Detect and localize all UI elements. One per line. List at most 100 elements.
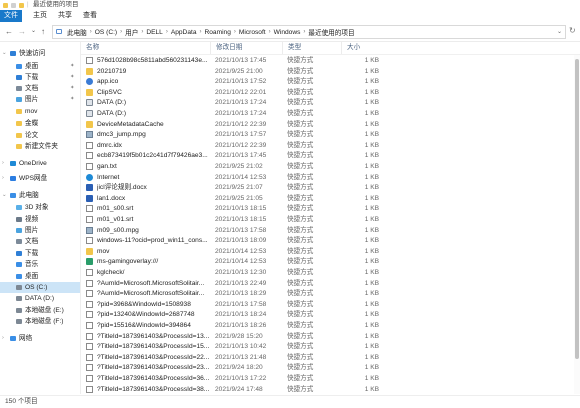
sidebar-item-label: DATA (D:) <box>25 295 55 302</box>
file-row[interactable]: ?AumId=Microsoft.MicrosoftSolitair... 202… <box>81 288 580 299</box>
sidebar-item[interactable]: 3D 对象 <box>0 202 80 213</box>
expand-chevron-icon[interactable]: › <box>2 333 4 344</box>
breadcrumb-item[interactable]: OS (C:) <box>95 29 117 36</box>
sidebar-item[interactable]: ⌄ 快速访问 <box>0 48 80 59</box>
breadcrumb-item[interactable]: Roaming <box>205 29 231 36</box>
tab-home[interactable]: 主页 <box>33 10 47 22</box>
file-row[interactable]: app.ico 2021/10/13 17:52 快捷方式 1 KB <box>81 76 580 87</box>
sidebar-item[interactable]: ⌄ 此电脑 <box>0 190 80 201</box>
file-icon <box>86 354 93 361</box>
file-size: 1 KB <box>364 163 379 170</box>
new-folder-icon[interactable] <box>19 2 24 8</box>
sidebar-item[interactable]: 文档 ✦ <box>0 83 80 94</box>
tab-share[interactable]: 共享 <box>58 10 72 22</box>
sidebar-item[interactable]: mov <box>0 106 80 117</box>
sidebar-item[interactable]: 下载 <box>0 248 80 259</box>
sidebar-item-label: 音乐 <box>25 261 39 268</box>
up-button[interactable]: ↑ <box>41 26 45 37</box>
file-row[interactable]: jicl评论规则.docx 2021/9/25 21:07 快捷方式 1 KB <box>81 182 580 193</box>
file-row[interactable]: dmc3_jump.mpg 2021/10/13 17:57 快捷方式 1 KB <box>81 129 580 140</box>
file-date: 2021/10/13 17:24 <box>215 99 267 106</box>
forward-button[interactable]: → <box>18 26 26 37</box>
scrollbar-thumb[interactable] <box>575 59 579 359</box>
breadcrumb-separator-icon[interactable]: › <box>269 29 271 35</box>
file-row[interactable]: 576d1028b98c5811abd560231143e... 2021/10/… <box>81 55 580 66</box>
breadcrumb-separator-icon[interactable]: › <box>90 29 92 35</box>
sidebar-item-label: 新建文件夹 <box>25 143 58 150</box>
sidebar-item[interactable]: 论文 <box>0 130 80 141</box>
expand-chevron-icon[interactable]: › <box>2 158 4 169</box>
sidebar-item[interactable]: 音乐 <box>0 259 80 270</box>
file-row[interactable]: DATA (D:) 2021/10/13 17:24 快捷方式 1 KB <box>81 108 580 119</box>
file-row[interactable]: ecb873419f5b01c2c41d7f79426ae3... 2021/10… <box>81 150 580 161</box>
sidebar-item-label: 文档 <box>25 85 39 92</box>
file-row[interactable]: windows-11?ocid=prod_win11_cons... 2021/1… <box>81 235 580 246</box>
sidebar-item[interactable]: 图片 <box>0 225 80 236</box>
breadcrumb-separator-icon[interactable]: › <box>120 29 122 35</box>
file-row[interactable]: kglcheck/2021/10/13 12:30 快捷方式 1 KB <box>81 267 580 278</box>
sidebar-item[interactable]: DATA (D:) <box>0 293 80 304</box>
file-row[interactable]: ?pid=13240&WindowId=2687748 2021/10/13 18… <box>81 309 580 320</box>
file-row[interactable]: m01_v01.srt 2021/10/13 18:15 快捷方式 1 KB <box>81 214 580 225</box>
sidebar-item[interactable]: 新建文件夹 <box>0 141 80 152</box>
refresh-button[interactable]: ↻ <box>569 26 576 36</box>
sidebar-item-label: 下载 <box>25 74 39 81</box>
breadcrumb-item[interactable]: Microsoft <box>239 29 266 36</box>
sidebar-item[interactable]: › OneDrive <box>0 158 80 169</box>
breadcrumb-item[interactable]: 此电脑 <box>67 27 87 37</box>
file-row[interactable]: ?TitleId=1873961403&ProcessId=15... 2021/… <box>81 341 580 352</box>
expand-chevron-icon[interactable]: ⌄ <box>2 48 7 59</box>
file-date: 2021/10/13 17:52 <box>215 78 267 85</box>
file-row[interactable]: DATA (D:) 2021/10/13 17:24 快捷方式 1 KB <box>81 97 580 108</box>
sidebar-item-label: 桌面 <box>25 63 39 70</box>
file-type: 快捷方式 <box>287 258 314 265</box>
breadcrumb-item[interactable]: DELL <box>146 29 163 36</box>
back-button[interactable]: ← <box>5 26 13 37</box>
pin-icon: ✦ <box>70 63 75 69</box>
sidebar-item[interactable]: 金蝶 <box>0 118 80 129</box>
video-icon <box>16 217 22 222</box>
expand-chevron-icon[interactable]: ⌄ <box>2 190 7 201</box>
breadcrumb-item[interactable]: 最近使用的项目 <box>308 27 354 37</box>
sidebar-item[interactable]: 本地磁盘 (E:) <box>0 305 80 316</box>
file-row[interactable]: gan.txt 2021/9/25 21:02 快捷方式 1 KB <box>81 161 580 172</box>
breadcrumb-item[interactable]: AppData <box>171 29 197 36</box>
sidebar-item[interactable]: › 网络 <box>0 333 80 344</box>
sidebar-item[interactable]: › WPS网盘 <box>0 173 80 184</box>
breadcrumb-separator-icon[interactable]: › <box>303 29 305 35</box>
sidebar-item[interactable]: 下载 ✦ <box>0 72 80 83</box>
column-header-type[interactable]: 类型 <box>282 42 341 54</box>
column-header-name[interactable]: 名称 <box>81 42 210 54</box>
column-header-size[interactable]: 大小 <box>341 42 391 54</box>
vertical-scrollbar[interactable] <box>574 55 580 394</box>
breadcrumb-separator-icon[interactable]: › <box>234 29 236 35</box>
sidebar-item[interactable]: 图片 ✦ <box>0 94 80 105</box>
tab-file[interactable]: 文件 <box>0 10 22 22</box>
address-dropdown-button[interactable]: ⌄ <box>557 27 562 37</box>
column-header-date[interactable]: 修改日期 <box>210 42 282 54</box>
recent-locations-button[interactable]: ⌄ <box>31 26 36 37</box>
file-row[interactable]: ?TitleId=1873961403&ProcessId=36... 2021/… <box>81 373 580 384</box>
sidebar-item[interactable]: 本地磁盘 (F:) <box>0 316 80 327</box>
sidebar-item[interactable]: 桌面 ✦ <box>0 61 80 72</box>
file-row[interactable]: ?pid=15516&WindowId=394864 2021/10/13 18:… <box>81 320 580 331</box>
file-icon <box>86 248 93 255</box>
expand-chevron-icon[interactable]: › <box>2 173 4 184</box>
breadcrumb-separator-icon[interactable]: › <box>141 29 143 35</box>
file-row[interactable]: m01_s00.srt 2021/10/13 18:15 快捷方式 1 KB <box>81 203 580 214</box>
file-name: windows-11?ocid=prod_win11_cons... <box>97 237 208 244</box>
address-bar[interactable]: 此电脑 › OS (C:) › 用户 › DELL › AppData › Roaming › Micr… <box>52 25 566 39</box>
properties-icon[interactable] <box>11 2 16 8</box>
sidebar-item[interactable]: OS (C:) <box>0 282 80 293</box>
file-row[interactable]: ?TitleId=1873961403&ProcessId=38... 2021/… <box>81 384 580 395</box>
breadcrumb-separator-icon[interactable]: › <box>200 29 202 35</box>
file-row[interactable]: ms-gamingoverlay:/// 2021/10/14 12:53 快捷方式… <box>81 256 580 267</box>
file-row[interactable]: ?TitleId=1873961403&ProcessId=23... 2021/… <box>81 362 580 373</box>
tab-view[interactable]: 查看 <box>83 10 97 22</box>
breadcrumb-separator-icon[interactable]: › <box>166 29 168 35</box>
sidebar-item[interactable]: 文档 <box>0 236 80 247</box>
breadcrumb-item[interactable]: 用户 <box>125 27 138 37</box>
sidebar-item[interactable]: 视频 <box>0 214 80 225</box>
sidebar-item[interactable]: 桌面 <box>0 271 80 282</box>
breadcrumb-item[interactable]: Windows <box>274 29 301 36</box>
